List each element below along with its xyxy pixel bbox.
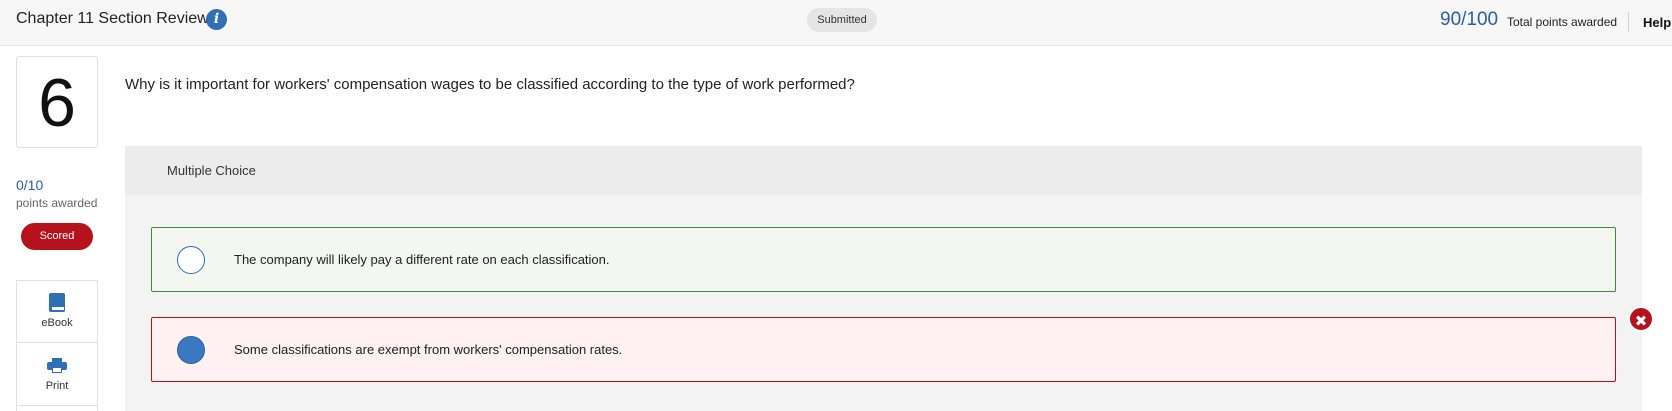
ebook-label: eBook [41, 317, 73, 329]
radio-button-selected[interactable] [177, 336, 205, 364]
tools-panel: eBook Print [16, 280, 98, 411]
question-type-label: Multiple Choice [167, 163, 256, 178]
status-badge: Submitted [807, 8, 877, 32]
answer-option-2[interactable]: Some classifications are exempt from wor… [151, 306, 1654, 382]
total-score-label: Total points awarded [1507, 15, 1618, 29]
radio-button[interactable] [177, 246, 205, 274]
question-number: 6 [16, 56, 98, 148]
book-icon [49, 293, 65, 312]
scored-badge: Scored [21, 223, 93, 250]
points-awarded-value: 0/10 [16, 177, 44, 193]
answer-option-text: The company will likely pay a different … [234, 252, 610, 267]
ebook-button[interactable]: eBook [17, 281, 97, 343]
help-link[interactable]: Help [1643, 15, 1671, 30]
assignment-title: Chapter 11 Section Review [16, 10, 209, 27]
choice-panel: Multiple Choice The company will likely … [125, 146, 1654, 411]
points-awarded-label: points awarded [16, 196, 98, 210]
printer-icon [47, 358, 67, 373]
print-label: Print [45, 380, 69, 392]
choice-panel-header: Multiple Choice [125, 146, 1642, 195]
print-button[interactable]: Print [17, 344, 97, 406]
top-bar: Chapter 11 Section Review i Submitted 90… [0, 0, 1672, 46]
answer-option-text: Some classifications are exempt from wor… [234, 342, 623, 357]
total-score: 90/100 [1440, 9, 1499, 30]
incorrect-icon: ✖ [1628, 306, 1654, 332]
divider [1628, 12, 1629, 32]
info-icon[interactable]: i [206, 9, 227, 30]
answer-option-1[interactable]: The company will likely pay a different … [151, 227, 1616, 292]
question-text: Why is it important for workers' compens… [125, 76, 855, 93]
